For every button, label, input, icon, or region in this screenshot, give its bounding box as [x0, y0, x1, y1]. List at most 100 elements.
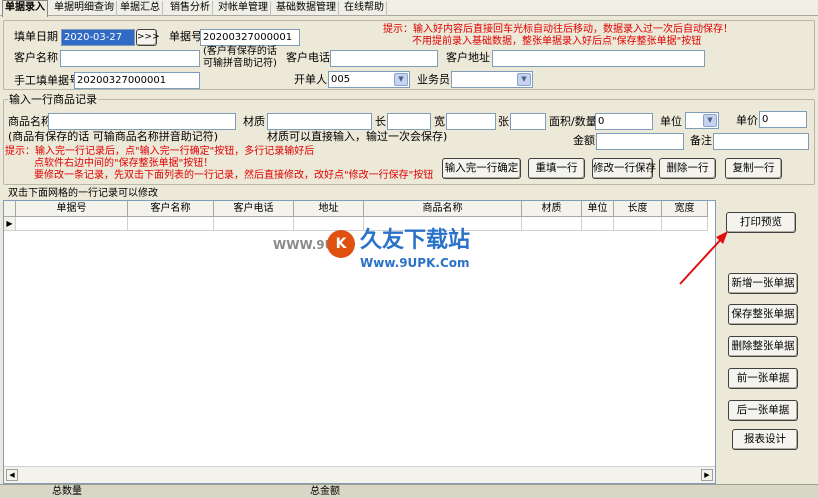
product-field[interactable]	[48, 113, 236, 130]
tab-summary[interactable]: 单据汇总	[118, 1, 163, 16]
customer-note2: 可输拼音助记符)	[203, 58, 277, 69]
copy-row-button[interactable]: 复制一行	[725, 158, 782, 179]
customer-field[interactable]	[60, 50, 200, 67]
material-label: 材质	[243, 115, 265, 128]
watermark-left-text: WWW.9U	[273, 238, 335, 252]
confirm-row-button[interactable]: 输入完一行确定	[442, 158, 521, 179]
remark-label: 备注	[690, 134, 712, 147]
column-header[interactable]: 宽度	[662, 201, 708, 217]
chevron-down-icon[interactable]: ▼	[394, 73, 408, 86]
date-picker-button[interactable]: >>>	[136, 29, 160, 46]
length-field[interactable]	[387, 113, 431, 130]
salesman-label: 业务员	[417, 73, 450, 86]
material-field[interactable]	[267, 113, 372, 130]
previous-document-button[interactable]: 前一张单据	[728, 368, 798, 389]
save-row-button[interactable]: 修改一行保存	[592, 158, 656, 179]
unit-select[interactable]: ▼	[685, 112, 719, 129]
phone-field[interactable]	[330, 50, 438, 67]
table-cell[interactable]	[614, 217, 662, 231]
header-hint-line1: 提示：输入好内容后直接回车光标自动往后移动，数据录入过一次后自动保存！	[383, 24, 733, 35]
phone-label: 客户电话	[286, 51, 330, 64]
column-header[interactable]: 单据号	[16, 201, 128, 217]
table-cell[interactable]	[214, 217, 294, 231]
tab-statement[interactable]: 对帐单管理	[216, 1, 271, 16]
tab-sales-analysis[interactable]: 销售分析	[168, 1, 213, 16]
price-field[interactable]: 0	[759, 111, 807, 128]
entry-group-title: 输入一行商品记录	[8, 93, 98, 107]
column-header[interactable]: 客户电话	[214, 201, 294, 217]
scroll-right-icon[interactable]: ▶	[701, 469, 713, 481]
tab-detail-query[interactable]: 单据明细查询	[52, 1, 117, 16]
tab-base-data[interactable]: 基础数据管理	[274, 1, 339, 16]
scroll-left-icon[interactable]: ◀	[6, 469, 18, 481]
entry-hint-line2: 点软件右边中间的"保存整张单据"按钮！	[34, 158, 214, 169]
header-hint-line2: 不用提前录入基础数据，整张单据录入好后点"保存整张单据"按钮	[412, 36, 702, 47]
opener-value: 005	[331, 74, 351, 85]
total-quantity-label: 总数量	[52, 486, 82, 497]
width-field[interactable]	[446, 113, 496, 130]
arrow-annotation-icon	[679, 231, 728, 285]
amount-field[interactable]	[596, 133, 684, 150]
table-cell[interactable]	[294, 217, 364, 231]
tab-bar: 单据录入 单据明细查询 单据汇总 销售分析 对帐单管理 基础数据管理 在线帮助	[0, 0, 818, 17]
refill-row-button[interactable]: 重填一行	[528, 158, 585, 179]
table-cell[interactable]	[582, 217, 614, 231]
sheet-field[interactable]	[510, 113, 546, 130]
area-label: 面积/数量	[549, 115, 597, 128]
next-document-button[interactable]: 后一张单据	[728, 400, 798, 421]
customer-note1: (客户有保存的话	[203, 46, 277, 57]
column-header[interactable]: 地址	[294, 201, 364, 217]
current-row-indicator-icon: ▶	[4, 217, 16, 231]
column-header[interactable]: 客户名称	[128, 201, 214, 217]
column-header[interactable]: 单位	[582, 201, 614, 217]
column-header[interactable]: 商品名称	[364, 201, 522, 217]
grid-caption: 双击下面网格的一行记录可以修改	[8, 188, 158, 199]
horizontal-scrollbar[interactable]: ◀ ▶	[4, 466, 715, 483]
column-header[interactable]: 长度	[614, 201, 662, 217]
table-cell[interactable]	[16, 217, 128, 231]
save-document-button[interactable]: 保存整张单据	[728, 304, 798, 325]
watermark-logo-icon: K	[327, 230, 355, 258]
address-label: 客户地址	[446, 51, 490, 64]
date-label: 填单日期	[14, 30, 58, 43]
doc-no-field[interactable]: 20200327000001	[200, 29, 300, 46]
print-preview-button[interactable]: 打印预览	[726, 212, 796, 233]
length-label: 长	[375, 115, 386, 128]
chevron-down-icon[interactable]: ▼	[703, 114, 717, 127]
total-amount-label: 总金额	[310, 486, 340, 497]
material-note: 材质可以直接输入，输过一次会保存)	[267, 130, 448, 143]
new-document-button[interactable]: 新增一张单据	[728, 273, 798, 294]
salesman-select[interactable]: ▼	[451, 71, 533, 88]
tab-help[interactable]: 在线帮助	[342, 1, 387, 16]
chevron-down-icon[interactable]: ▼	[517, 73, 531, 86]
product-note: (商品有保存的话 可输商品名称拼音助记符)	[8, 130, 219, 143]
product-label: 商品名称	[8, 115, 52, 128]
tab-entry[interactable]: 单据录入	[2, 0, 48, 17]
entry-hint-line3: 要修改一条记录，先双击下面列表的一行记录，然后直接修改，改好点"修改一行保存"按…	[34, 170, 434, 181]
date-field[interactable]: 2020-03-27	[61, 29, 135, 46]
delete-row-button[interactable]: 删除一行	[659, 158, 716, 179]
unit-label: 单位	[660, 115, 682, 128]
width-label: 宽	[434, 115, 445, 128]
customer-label: 客户名称	[14, 51, 58, 64]
area-field[interactable]: 0	[595, 113, 653, 130]
opener-label: 开单人	[294, 73, 327, 86]
report-design-button[interactable]: 报表设计	[732, 429, 798, 450]
address-field[interactable]	[492, 50, 705, 67]
column-header[interactable]: 材质	[522, 201, 582, 217]
price-label: 单价	[736, 114, 758, 127]
manual-no-label: 手工填单据号	[14, 74, 80, 87]
watermark-url: Www.9UPK.Com	[360, 256, 470, 270]
doc-no-label: 单据号	[169, 30, 202, 43]
table-cell[interactable]	[522, 217, 582, 231]
manual-no-field[interactable]: 20200327000001	[74, 72, 200, 89]
delete-document-button[interactable]: 删除整张单据	[728, 336, 798, 357]
watermark-title: 久友下载站	[360, 228, 471, 253]
opener-select[interactable]: 005 ▼	[328, 71, 410, 88]
remark-field[interactable]	[713, 133, 809, 150]
amount-label: 金额	[573, 134, 595, 147]
row-header-corner	[4, 201, 16, 217]
status-bar: 总数量 总金额	[0, 484, 818, 498]
sheet-label: 张	[498, 115, 509, 128]
table-cell[interactable]	[128, 217, 214, 231]
